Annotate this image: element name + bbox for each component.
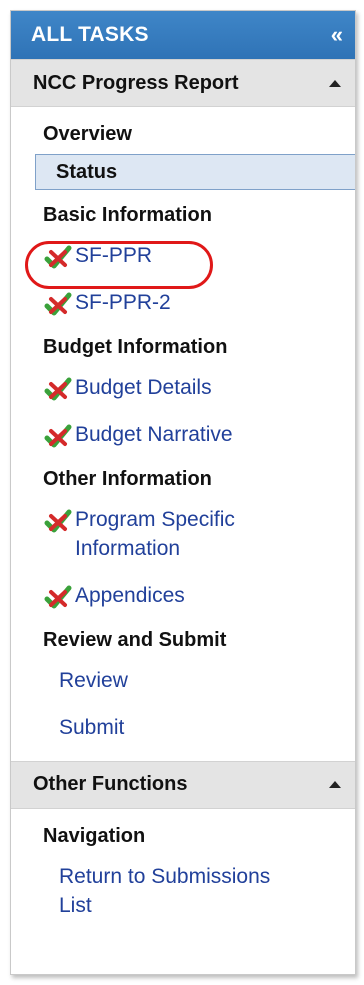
group-heading-overview: Overview	[43, 123, 132, 145]
section-title: Other Functions	[33, 773, 188, 796]
nav-link-label: Return to Submissions List	[59, 862, 270, 921]
group-heading-navigation: Navigation	[43, 824, 146, 847]
nav-link-budget-details[interactable]: Budget Details	[11, 365, 355, 412]
green-check-red-x-icon	[44, 292, 72, 316]
section-header-ncc-progress-report[interactable]: NCC Progress Report	[11, 59, 355, 107]
nav-link-label-line: Return to Submissions	[59, 864, 271, 888]
nav-link-sf-ppr[interactable]: SF-PPR	[11, 233, 355, 280]
all-tasks-panel: ALL TASKS « NCC Progress Report Overview…	[10, 10, 356, 975]
section-header-other-functions[interactable]: Other Functions	[11, 760, 355, 809]
green-check-red-x-icon	[44, 377, 72, 401]
collapse-up-arrow-icon	[329, 79, 341, 87]
green-check-red-x-icon	[44, 245, 72, 269]
green-check-red-x-icon	[44, 509, 72, 533]
nav-link-label: SF-PPR-2	[75, 291, 171, 315]
green-check-red-x-icon	[44, 424, 72, 448]
nav-link-label-line: Information	[75, 536, 181, 560]
nav-link-sf-ppr-2[interactable]: SF-PPR-2	[11, 280, 355, 327]
group-heading-review-and-submit: Review and Submit	[43, 628, 227, 651]
nav-link-label: Submit	[59, 716, 125, 740]
nav-link-label: Review	[59, 668, 128, 692]
nav-item-status[interactable]: Status	[35, 154, 355, 190]
progress-report-items: Overview Status Basic Information SF-PPR…	[11, 107, 355, 761]
nav-link-label: SF-PPR	[75, 244, 153, 267]
nav-link-program-specific-information[interactable]: Program Specific Information	[11, 497, 355, 574]
nav-link-label-line: Program Specific	[75, 507, 235, 531]
collapse-up-arrow-icon	[329, 781, 341, 789]
nav-item-label: Status	[56, 160, 118, 183]
other-functions-items: Navigation Return to Submissions List	[11, 809, 355, 939]
group-heading-budget-information: Budget Information	[43, 335, 228, 358]
nav-link-return-to-submissions-list[interactable]: Return to Submissions List	[11, 854, 355, 931]
nav-link-budget-narrative[interactable]: Budget Narrative	[11, 412, 355, 459]
nav-link-appendices[interactable]: Appendices	[11, 573, 355, 620]
panel-title: ALL TASKS	[31, 23, 149, 46]
group-heading-basic-information: Basic Information	[43, 204, 212, 226]
group-heading-other-information: Other Information	[43, 467, 212, 490]
collapse-panel-icon[interactable]: «	[331, 24, 343, 46]
nav-link-label: Budget Narrative	[75, 423, 233, 447]
nav-link-label: Budget Details	[75, 375, 212, 399]
nav-link-label: Appendices	[75, 584, 185, 608]
nav-link-label: Program Specific Information	[75, 505, 235, 564]
green-check-red-x-icon	[44, 585, 72, 609]
nav-link-submit[interactable]: Submit	[11, 705, 355, 752]
section-title: NCC Progress Report	[33, 71, 239, 94]
nav-link-label-line: List	[59, 893, 92, 917]
panel-header: ALL TASKS «	[11, 11, 355, 59]
nav-link-review[interactable]: Review	[11, 658, 355, 705]
